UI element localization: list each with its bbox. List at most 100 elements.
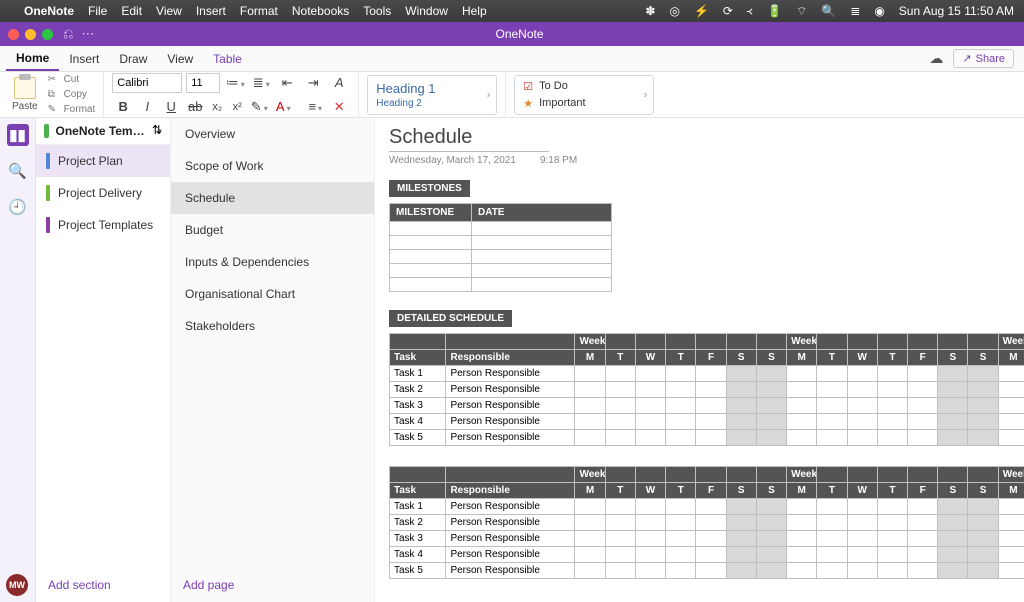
menu-edit[interactable]: Edit	[121, 4, 142, 18]
status-icon[interactable]: ⚡	[694, 4, 709, 18]
bullets-button[interactable]: ≔	[224, 72, 246, 94]
milestones-table[interactable]: MILESTONE DATE	[389, 203, 612, 292]
add-section-button[interactable]: Add section	[36, 568, 170, 602]
user-avatar[interactable]: MW	[6, 574, 28, 596]
more-icon[interactable]: ⋯	[81, 26, 94, 42]
share-button[interactable]: ↗ Share	[953, 49, 1014, 68]
strikethrough-button[interactable]: ab	[184, 96, 206, 118]
milestones-heading: MILESTONES	[389, 180, 470, 197]
notebook-selector[interactable]: OneNote Template for Project Management …	[36, 118, 170, 145]
nav-rail: ▮▮ 🔍 🕘	[0, 118, 36, 602]
schedule-table[interactable]: Week 1Week 2Week 3TaskResponsibleMTWTFSS…	[389, 333, 1024, 446]
outdent-button[interactable]: ⇤	[276, 72, 298, 94]
menu-tools[interactable]: Tools	[363, 4, 391, 18]
font-color-button[interactable]: A	[272, 96, 294, 118]
recent-rail-icon[interactable]: 🕘	[7, 196, 29, 218]
table-row[interactable]	[390, 222, 612, 236]
font-size-select[interactable]	[186, 73, 220, 93]
status-icon[interactable]: ✽	[645, 4, 655, 18]
paste-button[interactable]: Paste	[8, 77, 42, 112]
format-painter-button[interactable]: ✎Format	[48, 104, 96, 116]
status-icon[interactable]: ◎	[669, 4, 679, 18]
table-row[interactable]: Task 3Person Responsible	[390, 531, 1024, 547]
menubar-appname[interactable]: OneNote	[24, 4, 74, 18]
maximize-window-button[interactable]	[42, 29, 53, 40]
menu-window[interactable]: Window	[405, 4, 448, 18]
table-row[interactable]: Task 2Person Responsible	[390, 382, 1024, 398]
cut-button[interactable]: ✂Cut	[48, 74, 96, 86]
bold-button[interactable]: B	[112, 96, 134, 118]
delete-button[interactable]: ✕	[328, 96, 350, 118]
table-row[interactable]	[390, 250, 612, 264]
tab-table[interactable]: Table	[203, 46, 252, 71]
menu-notebooks[interactable]: Notebooks	[292, 4, 349, 18]
clear-formatting-button[interactable]: A	[328, 72, 350, 94]
menu-view[interactable]: View	[156, 4, 182, 18]
spotlight-icon[interactable]: 🔍	[821, 4, 836, 18]
bluetooth-icon[interactable]: ᚜	[747, 4, 753, 18]
page-item[interactable]: Organisational Chart	[171, 278, 374, 310]
table-row[interactable]: Task 1Person Responsible	[390, 499, 1024, 515]
table-row[interactable]	[390, 264, 612, 278]
menu-file[interactable]: File	[88, 4, 107, 18]
tab-insert[interactable]: Insert	[59, 46, 109, 71]
page-item[interactable]: Budget	[171, 214, 374, 246]
page-item[interactable]: Scope of Work	[171, 150, 374, 182]
tab-view[interactable]: View	[157, 46, 203, 71]
table-row[interactable]: Task 4Person Responsible	[390, 547, 1024, 563]
page-canvas[interactable]: Schedule Wednesday, March 17, 2021 9:18 …	[375, 118, 1024, 602]
page-date: Wednesday, March 17, 2021	[389, 155, 516, 166]
table-row[interactable]: Task 5Person Responsible	[390, 430, 1024, 446]
align-button[interactable]: ≡	[304, 96, 326, 118]
subscript-button[interactable]: x₂	[208, 98, 226, 116]
section-item[interactable]: Project Plan	[36, 145, 170, 177]
section-item[interactable]: Project Templates	[36, 209, 170, 241]
page-item[interactable]: Schedule	[171, 182, 374, 214]
table-row[interactable]: Task 3Person Responsible	[390, 398, 1024, 414]
highlight-button[interactable]: ✎	[248, 96, 270, 118]
tab-draw[interactable]: Draw	[109, 46, 157, 71]
siri-icon[interactable]: ◉	[874, 4, 884, 18]
date-col-header: DATE	[472, 204, 612, 222]
page-item[interactable]: Overview	[171, 118, 374, 150]
underline-button[interactable]: U	[160, 96, 182, 118]
minimize-window-button[interactable]	[25, 29, 36, 40]
notebook-rail-icon[interactable]: ▮▮	[7, 124, 29, 146]
menu-help[interactable]: Help	[462, 4, 487, 18]
indent-button[interactable]: ⇥	[302, 72, 324, 94]
sync-status-icon[interactable]: ☁	[929, 50, 943, 67]
superscript-button[interactable]: x²	[228, 98, 246, 116]
sync-icon[interactable]: ⟳	[723, 4, 733, 18]
copy-button[interactable]: ⧉Copy	[48, 89, 96, 101]
sort-icon[interactable]: ⇅	[152, 123, 162, 137]
table-row[interactable]: Task 2Person Responsible	[390, 515, 1024, 531]
tab-home[interactable]: Home	[6, 46, 59, 71]
table-row[interactable]	[390, 278, 612, 292]
table-row[interactable]: Task 5Person Responsible	[390, 563, 1024, 579]
add-page-button[interactable]: Add page	[171, 568, 374, 602]
numbering-button[interactable]: ≣	[250, 72, 272, 94]
close-window-button[interactable]	[8, 29, 19, 40]
table-row[interactable]: Task 4Person Responsible	[390, 414, 1024, 430]
clipboard-icon	[14, 77, 36, 99]
battery-icon[interactable]: 🔋	[767, 4, 782, 18]
table-row[interactable]: Task 1Person Responsible	[390, 366, 1024, 382]
italic-button[interactable]: I	[136, 96, 158, 118]
table-row[interactable]	[390, 236, 612, 250]
section-item[interactable]: Project Delivery	[36, 177, 170, 209]
search-rail-icon[interactable]: 🔍	[7, 160, 29, 182]
menubar-clock[interactable]: Sun Aug 15 11:50 AM	[899, 4, 1014, 18]
scissors-icon: ✂	[48, 74, 60, 86]
page-title[interactable]: Schedule	[389, 126, 1010, 149]
schedule-table[interactable]: Week 6Week 7Week 8TaskResponsibleMTWTFSS…	[389, 466, 1024, 579]
menu-format[interactable]: Format	[240, 4, 278, 18]
page-item[interactable]: Inputs & Dependencies	[171, 246, 374, 278]
styles-gallery[interactable]: Heading 1 Heading 2 ›	[367, 75, 497, 115]
font-name-select[interactable]	[112, 73, 182, 93]
wifi-icon[interactable]: ⌔	[796, 4, 807, 19]
menu-insert[interactable]: Insert	[196, 4, 226, 18]
controlcenter-icon[interactable]: ≣	[850, 4, 860, 18]
tags-gallery[interactable]: ☑To Do ★Important ›	[514, 75, 654, 115]
autosave-icon[interactable]: ⎌	[63, 26, 73, 42]
page-item[interactable]: Stakeholders	[171, 310, 374, 342]
